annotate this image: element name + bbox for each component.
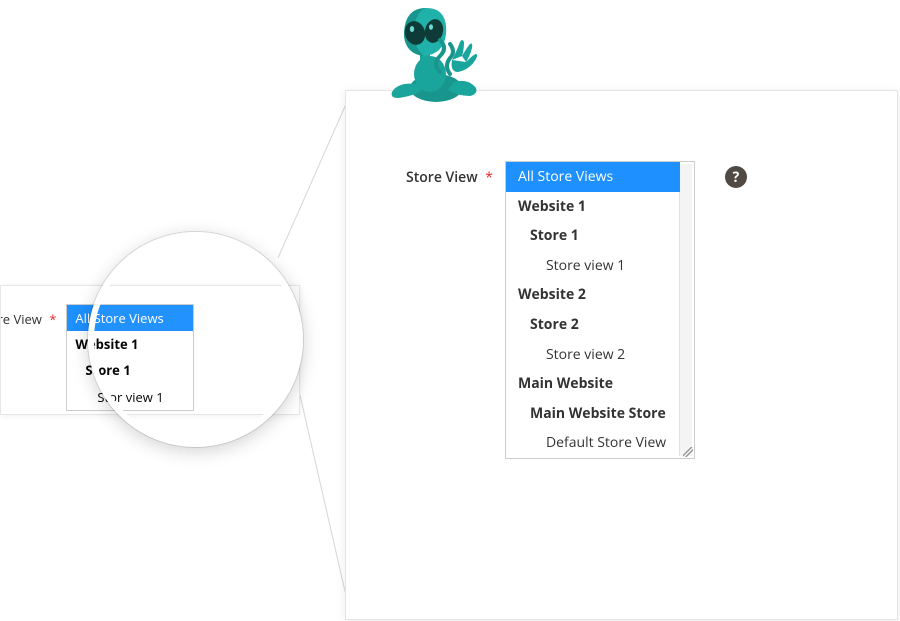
option-storeview-small[interactable]: Stor view 1 <box>67 384 193 410</box>
option-default-store-view[interactable]: Default Store View <box>506 428 680 458</box>
store-view-select-small[interactable]: All Store Views Website 1 Store 1 Stor v… <box>66 304 194 411</box>
option-all-store-views-small[interactable]: All Store Views <box>67 305 193 331</box>
field-label-small: tore View * <box>0 304 56 328</box>
option-store-small[interactable]: Store 1 <box>67 357 193 383</box>
option-website-1[interactable]: Website 1 <box>506 192 680 222</box>
option-main-website[interactable]: Main Website <box>506 369 680 399</box>
resize-grip-icon[interactable] <box>683 447 693 457</box>
option-store-2[interactable]: Store 2 <box>506 310 680 340</box>
zoom-source-panel: tore View * All Store Views Website 1 St… <box>0 285 300 415</box>
option-storeview-2[interactable]: Store view 2 <box>506 340 680 370</box>
option-storeview-1[interactable]: Store view 1 <box>506 251 680 281</box>
required-asterisk: * <box>485 168 493 187</box>
option-store-1[interactable]: Store 1 <box>506 221 680 251</box>
store-view-select[interactable]: All Store Views Website 1 Store 1 Store … <box>505 161 695 459</box>
option-website-small[interactable]: Website 1 <box>67 331 193 357</box>
option-website-2[interactable]: Website 2 <box>506 280 680 310</box>
option-all-store-views[interactable]: All Store Views <box>506 162 680 192</box>
main-panel: Store View * All Store Views Website 1 S… <box>345 90 898 620</box>
help-icon[interactable]: ? <box>725 166 747 188</box>
alien-mascot-icon <box>368 0 488 110</box>
required-asterisk-small: * <box>49 310 56 328</box>
field-label: Store View * <box>406 161 493 187</box>
option-main-website-store[interactable]: Main Website Store <box>506 399 680 429</box>
